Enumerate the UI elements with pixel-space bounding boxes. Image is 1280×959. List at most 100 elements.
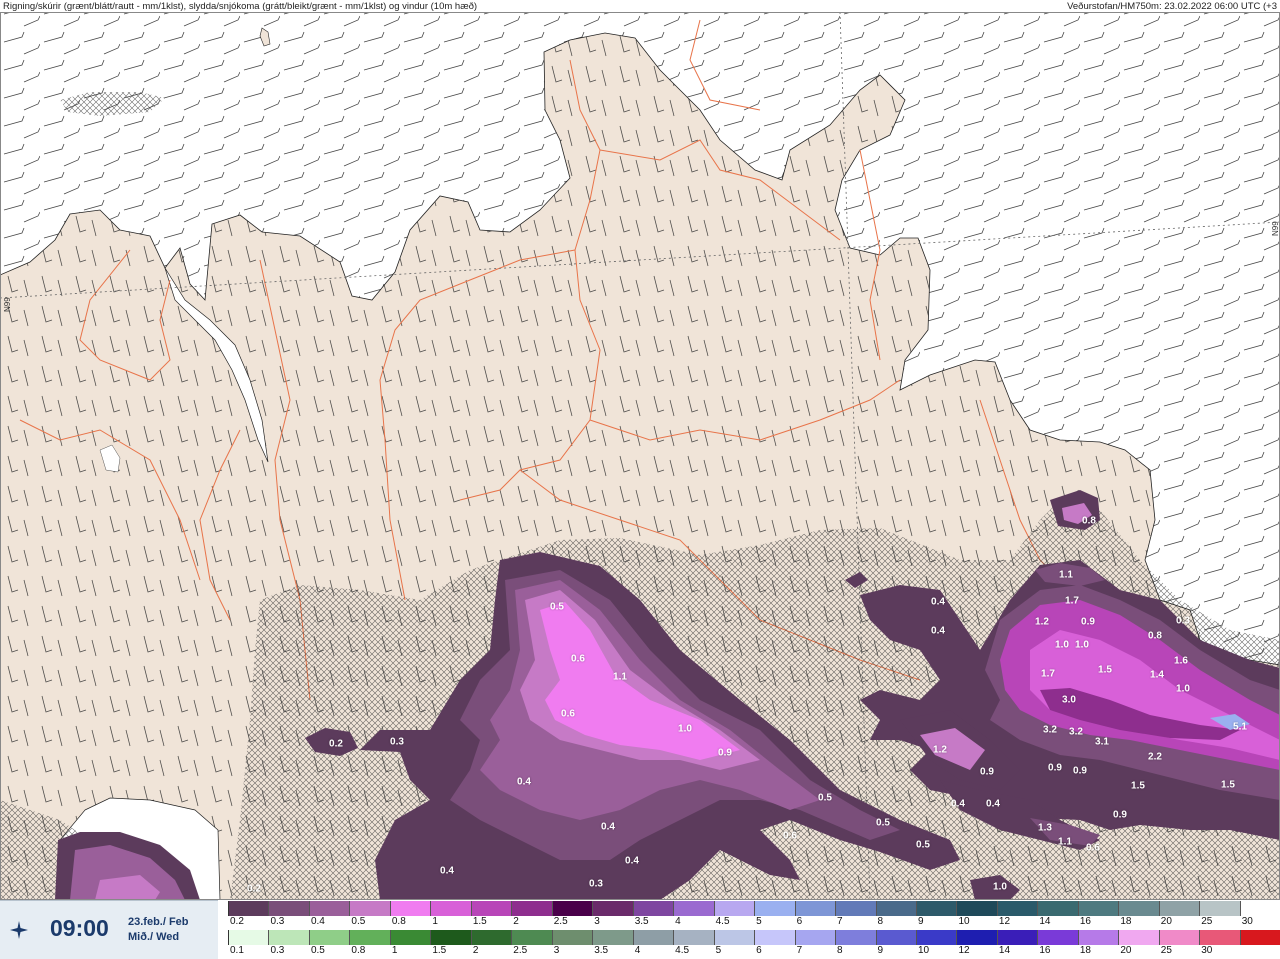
latitude-label-left: N99 <box>3 297 12 312</box>
precip-value-label: 0.2 <box>247 883 261 895</box>
precip-value-label: 1.7 <box>1065 595 1079 607</box>
rain-legend-label: 0.3 <box>270 945 285 956</box>
snow-legend-swatch <box>835 901 876 916</box>
rain-legend-label: 0.5 <box>310 945 325 956</box>
precip-value-label: 0.4 <box>986 798 1000 810</box>
precip-value-label: 0.2 <box>329 738 343 750</box>
precip-value-label: 0.4 <box>601 821 615 833</box>
snow-legend-swatch <box>308 901 350 916</box>
rain-legend-labels: 0.1 0.3 0.5 0.8 1 1.5 2 2.5 3 3.5 4 4.5 5 6 7 8 9 10 12 14 1… <box>228 945 1280 958</box>
precip-value-label: 0.3 <box>589 878 603 890</box>
precip-value-label: 0.6 <box>571 653 585 665</box>
snow-legend-label: 4 <box>675 916 681 927</box>
snow-legend-label: 10 <box>958 916 970 927</box>
rain-legend-swatch <box>268 930 309 945</box>
precip-value-label: 0.9 <box>1048 762 1062 774</box>
footer-bar: 09:00 23.feb./ Feb Mið./ Wed 0.2 0.3 0.4 0.… <box>0 900 1280 959</box>
map-title: Rigning/skúrir (grænt/blátt/rautt - mm/1… <box>3 1 478 12</box>
precip-value-label: 0.4 <box>440 865 454 877</box>
precip-value-label: 1.5 <box>1131 780 1145 792</box>
precip-value-label: 0.4 <box>931 625 945 637</box>
snow-legend-labels: 0.2 0.3 0.4 0.5 0.8 1 1.5 2 2.5 3 3.5 4 4.5 5 6 7 8 9 10 12… <box>228 916 1280 929</box>
snow-legend-label: 8 <box>877 916 884 927</box>
rain-legend-label: 10 <box>917 945 930 956</box>
snow-legend-swatch <box>1199 901 1240 916</box>
snow-legend-label: 2.5 <box>553 916 568 927</box>
snow-legend-label: 0.2 <box>230 916 244 927</box>
precip-value-label: 1.0 <box>678 723 692 735</box>
snow-legend-swatch <box>673 901 714 916</box>
rain-legend-label: 2.5 <box>513 945 528 956</box>
rain-legend-label: 0.1 <box>230 945 244 956</box>
snow-legend-label: 30 <box>1241 916 1253 927</box>
snow-legend-swatch <box>1158 901 1200 916</box>
snow-legend-swatch <box>1077 901 1119 916</box>
precip-value-label: 1.5 <box>1221 779 1235 791</box>
precip-value-label: 1.0 <box>1176 683 1190 695</box>
time-panel: 09:00 23.feb./ Feb Mið./ Wed <box>0 900 218 959</box>
rain-legend-label: 4 <box>634 945 641 956</box>
rain-legend-swatch <box>996 930 1038 945</box>
rain-legend-label: 3.5 <box>594 945 609 956</box>
snow-legend-swatch <box>268 901 309 916</box>
rain-legend-label: 3 <box>553 945 560 956</box>
snow-legend-swatch <box>1118 901 1159 916</box>
snow-legend-label: 18 <box>1120 916 1132 927</box>
precip-value-label: 0.9 <box>1081 616 1095 628</box>
rain-legend-swatch <box>673 930 714 945</box>
snow-legend-swatch <box>996 901 1038 916</box>
rain-legend-swatch <box>1199 930 1240 945</box>
rain-legend-label: 6 <box>756 945 762 956</box>
precip-value-label: 2.2 <box>1148 751 1162 763</box>
precip-value-label: 0.6 <box>561 708 575 720</box>
snow-legend-swatch <box>1037 901 1078 916</box>
snow-legend-swatch <box>551 901 593 916</box>
rain-legend-label: 0.8 <box>351 945 366 956</box>
precip-value-label: 1.2 <box>933 744 947 756</box>
snow-legend-label: 0.3 <box>270 916 285 927</box>
rain-legend-swatch <box>228 930 269 945</box>
snow-legend-label: 1.5 <box>472 916 487 927</box>
snow-legend-swatch <box>228 901 269 916</box>
plane-icon <box>10 921 28 939</box>
rain-legend-label: 9 <box>877 945 884 956</box>
map-source-timestamp: Veðurstofan/HM750m: 23.02.2022 06:00 UTC… <box>1067 1 1277 12</box>
rain-legend-label: 4.5 <box>675 945 690 956</box>
rain-legend-swatch <box>632 930 674 945</box>
precip-value-label: 5.1 <box>1233 721 1247 733</box>
snow-legend-swatch <box>470 901 512 916</box>
precip-value-label: 3.2 <box>1043 724 1057 736</box>
snow-legend-bar <box>228 901 1280 916</box>
precip-value-label: 0.4 <box>931 596 945 608</box>
precip-value-label: 0.4 <box>951 798 965 810</box>
snow-legend-swatch <box>794 901 836 916</box>
snow-legend-label: 20 <box>1160 916 1172 927</box>
snow-legend-label: 0.4 <box>310 916 325 927</box>
precip-value-label: 1.1 <box>613 671 627 683</box>
snow-legend-swatch <box>713 901 755 916</box>
precip-value-label: 0.8 <box>1148 630 1162 642</box>
snow-legend-swatch <box>349 901 390 916</box>
precip-value-label: 0.5 <box>916 839 930 851</box>
precip-value-label: 0.8 <box>1082 515 1096 527</box>
snow-legend-label: 5 <box>756 916 762 927</box>
precip-value-label: 1.3 <box>1038 822 1052 834</box>
rain-legend-label: 7 <box>796 945 803 956</box>
rain-legend-swatch <box>430 930 471 945</box>
rain-legend-label: 2 <box>472 945 479 956</box>
rain-legend-swatch <box>592 930 633 945</box>
forecast-time: 09:00 <box>50 915 109 941</box>
precip-value-label: 0.5 <box>876 817 890 829</box>
snow-legend-swatch <box>754 901 795 916</box>
precip-value-label: 1.0 <box>1075 639 1089 651</box>
precip-value-label: 1.2 <box>1035 616 1049 628</box>
rain-legend-swatch <box>1077 930 1119 945</box>
weather-map <box>0 12 1280 900</box>
rain-legend-label: 16 <box>1039 945 1051 956</box>
precip-value-label: 0.5 <box>818 792 832 804</box>
snow-legend-label: 0.8 <box>391 916 406 927</box>
rain-legend-swatch <box>1037 930 1078 945</box>
snow-legend-swatch <box>1239 901 1280 916</box>
snow-legend-swatch <box>430 901 471 916</box>
rain-legend-swatch <box>915 930 957 945</box>
